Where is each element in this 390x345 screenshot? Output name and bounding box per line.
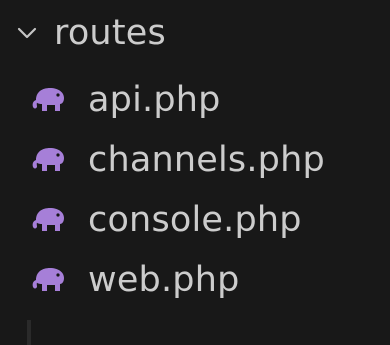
php-elephant-icon [30, 206, 70, 234]
folder-routes[interactable]: routes [0, 8, 390, 58]
tree-indent-guide [27, 320, 31, 345]
file-item-console[interactable]: console.php [0, 195, 390, 245]
file-item-api[interactable]: api.php [0, 75, 390, 125]
file-label: api.php [88, 80, 221, 120]
file-label: web.php [88, 260, 240, 300]
file-item-channels[interactable]: channels.php [0, 135, 390, 185]
chevron-down-icon[interactable] [16, 22, 38, 44]
php-elephant-icon [30, 146, 70, 174]
folder-label: routes [54, 13, 166, 53]
php-elephant-icon [30, 86, 70, 114]
file-label: channels.php [88, 140, 325, 180]
php-elephant-icon [30, 266, 70, 294]
file-explorer-tree: routes api.php channels.php console.php … [0, 0, 390, 345]
file-label: console.php [88, 200, 302, 240]
file-item-web[interactable]: web.php [0, 255, 390, 305]
